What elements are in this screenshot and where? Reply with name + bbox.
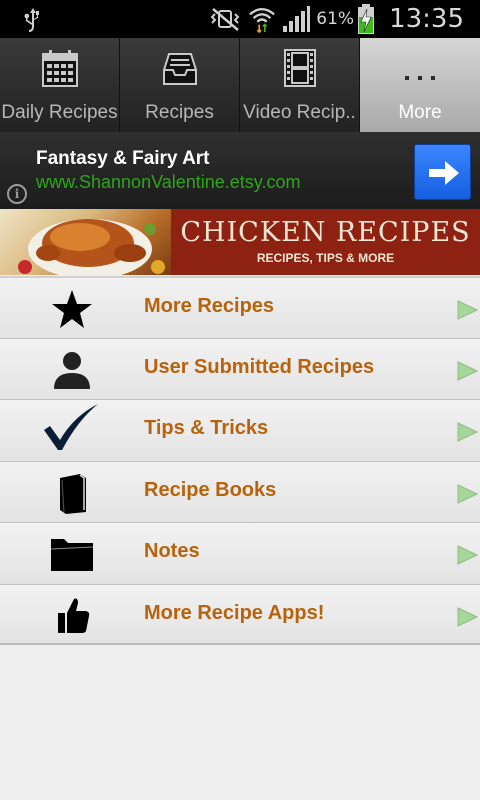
chevron-right-icon [457, 545, 478, 565]
info-icon[interactable]: i [7, 184, 27, 204]
ad-banner[interactable]: Fantasy & Fairy Art www.ShannonValentine… [0, 132, 480, 209]
roast-chicken-image [0, 209, 171, 275]
tab-bar: Daily Recipes Recipes Video Recip.. More [0, 38, 480, 132]
ad-url[interactable]: www.ShannonValentine.etsy.com [36, 172, 300, 193]
battery-percent: 61% [316, 9, 355, 29]
menu-item-tips-tricks[interactable]: Tips & Tricks [0, 399, 480, 461]
status-bar: 61% 13:35 [0, 0, 480, 38]
tab-daily-recipes[interactable]: Daily Recipes [0, 38, 120, 132]
battery-charging-icon [358, 4, 375, 34]
inbox-tray-icon [162, 53, 197, 85]
chevron-right-icon [457, 300, 478, 320]
menu-item-more-recipes[interactable]: More Recipes [0, 276, 480, 338]
mute-vibrate-icon [210, 8, 240, 31]
ad-title[interactable]: Fantasy & Fairy Art [36, 148, 210, 170]
menu-item-user-submitted-recipes[interactable]: User Submitted Recipes [0, 337, 480, 399]
tab-more[interactable]: More [360, 38, 480, 132]
arrow-right-icon [429, 161, 459, 185]
ad-open-button[interactable] [414, 144, 471, 200]
menu-item-label: Recipe Books [144, 478, 277, 501]
chicken-recipes-banner: CHICKEN RECIPES RECIPES, TIPS & MORE [0, 209, 480, 275]
tab-label: Video Recip.. [243, 102, 356, 123]
tab-recipes[interactable]: Recipes [120, 38, 240, 132]
menu-item-label: Tips & Tricks [144, 417, 269, 439]
chevron-right-icon [457, 360, 478, 381]
tab-label: More [398, 102, 442, 123]
book-icon [60, 473, 86, 514]
folder-icon [50, 539, 94, 571]
wifi-icon [249, 8, 276, 34]
more-dots-icon [405, 76, 435, 80]
menu-item-notes[interactable]: Notes [0, 522, 480, 584]
banner-subtitle: RECIPES, TIPS & MORE [256, 251, 395, 265]
menu-item-label: User Submitted Recipes [144, 355, 375, 378]
checkmark-icon [44, 404, 98, 450]
clock: 13:35 [389, 4, 464, 34]
user-icon [54, 351, 90, 389]
star-icon [52, 290, 92, 328]
signal-icon [283, 6, 311, 32]
tab-label: Recipes [145, 102, 214, 123]
chevron-right-icon [457, 422, 478, 442]
film-strip-icon [283, 49, 316, 87]
chevron-right-icon [457, 606, 478, 627]
calendar-icon [41, 50, 78, 87]
menu-item-label: More Recipes [144, 295, 275, 317]
chevron-right-icon [457, 483, 478, 504]
menu-item-label: Notes [144, 540, 200, 562]
menu-item-label: More Recipe Apps! [144, 601, 325, 624]
banner-title: CHICKEN RECIPES [180, 217, 471, 248]
menu-item-more-recipe-apps[interactable]: More Recipe Apps! [0, 583, 480, 645]
tab-label: Daily Recipes [1, 102, 118, 123]
more-menu-list: More Recipes User Submitted Recipes Tips… [0, 276, 480, 645]
thumbs-up-icon [58, 598, 90, 633]
menu-item-recipe-books[interactable]: Recipe Books [0, 460, 480, 522]
tab-video-recipes[interactable]: Video Recip.. [240, 38, 360, 132]
usb-icon [24, 8, 39, 32]
